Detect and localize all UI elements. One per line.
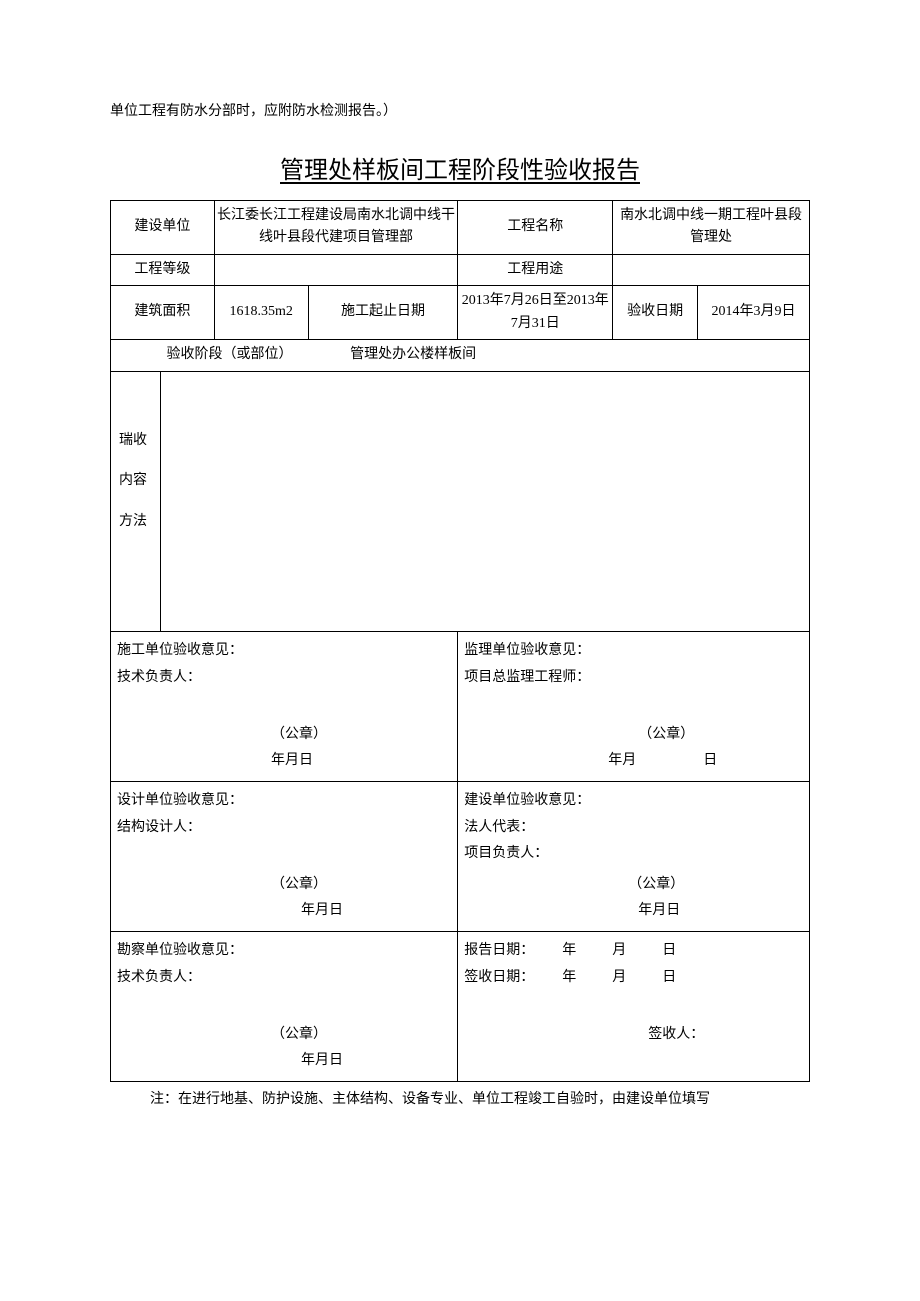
sig-construction-seal: （公章）	[271, 722, 457, 749]
sign-date: 签收日期： 年 月 日	[464, 965, 803, 992]
sig-survey: 勘察单位验收意见： 技术负责人： （公章） 年月日	[111, 931, 458, 1081]
label-project-name: 工程名称	[458, 201, 613, 255]
sig-construction-date: 年月日	[271, 748, 457, 775]
value-const-dates: 2013年7月26日至2013年7月31日	[458, 286, 613, 340]
sig-survey-date: 年月日	[271, 1048, 457, 1075]
label-project-grade: 工程等级	[111, 254, 215, 285]
content-line-3: 方法	[119, 511, 152, 533]
label-builder-unit: 建设单位	[111, 201, 215, 255]
report-date: 报告日期： 年 月 日	[464, 938, 803, 965]
content-body-cell	[160, 371, 809, 631]
value-accept-date: 2014年3月9日	[698, 286, 810, 340]
sig-row-2: 设计单位验收意见： 结构设计人： （公章） 年月日 建设单位验收意见： 法人代表…	[111, 781, 810, 931]
content-line-1: 瑞收	[119, 430, 152, 452]
sig-design-date: 年月日	[271, 898, 457, 925]
report-table: 建设单位 长江委长江工程建设局南水北调中线干线叶县段代建项目管理部 工程名称 南…	[110, 200, 810, 1082]
sig-construction-l1: 施工单位验收意见：	[117, 638, 451, 665]
sig-builder-l1: 建设单位验收意见：	[464, 788, 803, 815]
value-area: 1618.35m2	[214, 286, 308, 340]
label-project-use: 工程用途	[458, 254, 613, 285]
preamble-text: 单位工程有防水分部时，应附防水检测报告。）	[110, 100, 810, 120]
header-row-3: 建筑面积 1618.35m2 施工起止日期 2013年7月26日至2013年7月…	[111, 286, 810, 340]
sig-row-1: 施工单位验收意见： 技术负责人： （公章） 年月日 监理单位验收意见： 项目总监…	[111, 631, 810, 781]
sig-construction-l2: 技术负责人：	[117, 665, 451, 692]
sig-report: 报告日期： 年 月 日 签收日期： 年 月 日 签收人：	[458, 931, 810, 1081]
value-builder-unit: 长江委长江工程建设局南水北调中线干线叶县段代建项目管理部	[214, 201, 458, 255]
content-line-2: 内容	[119, 470, 152, 492]
sig-survey-seal: （公章）	[271, 1022, 457, 1049]
header-row-2: 工程等级 工程用途	[111, 254, 810, 285]
sig-builder-seal: （公章）	[608, 872, 809, 899]
value-project-name: 南水北调中线一期工程叶县段管理处	[613, 201, 810, 255]
sig-supervisor: 监理单位验收意见： 项目总监理工程师： （公章） 年月 日	[458, 631, 810, 781]
sig-survey-l1: 勘察单位验收意见：	[117, 938, 451, 965]
sig-design-seal: （公章）	[271, 872, 457, 899]
sig-design-l1: 设计单位验收意见：	[117, 788, 451, 815]
sig-construction: 施工单位验收意见： 技术负责人： （公章） 年月日	[111, 631, 458, 781]
sig-row-3: 勘察单位验收意见： 技术负责人： （公章） 年月日 报告日期： 年 月 日 签收…	[111, 931, 810, 1081]
sig-survey-l2: 技术负责人：	[117, 965, 451, 992]
sig-builder-l3: 项目负责人：	[464, 841, 803, 868]
label-area: 建筑面积	[111, 286, 215, 340]
sig-supervisor-seal: （公章）	[608, 722, 809, 749]
sig-supervisor-date: 年月 日	[608, 748, 809, 775]
footnote: 注：在进行地基、防护设施、主体结构、设备专业、单位工程竣工自验时，由建设单位填写	[110, 1088, 810, 1108]
content-label-cell: 瑞收 内容 方法	[111, 371, 161, 631]
label-accept-date: 验收日期	[613, 286, 698, 340]
sig-supervisor-l1: 监理单位验收意见：	[464, 638, 803, 665]
sig-builder-l2: 法人代表：	[464, 815, 803, 842]
content-row: 瑞收 内容 方法	[111, 371, 810, 631]
header-row-1: 建设单位 长江委长江工程建设局南水北调中线干线叶县段代建项目管理部 工程名称 南…	[111, 201, 810, 255]
label-stage: 验收阶段（或部位）	[111, 339, 349, 371]
sig-design: 设计单位验收意见： 结构设计人： （公章） 年月日	[111, 781, 458, 931]
sig-builder-date: 年月日	[608, 898, 809, 925]
sig-recipient: 签收人：	[648, 1022, 809, 1049]
sig-supervisor-l2: 项目总监理工程师：	[464, 665, 803, 692]
sig-builder: 建设单位验收意见： 法人代表： 项目负责人： （公章） 年月日	[458, 781, 810, 931]
value-project-grade	[214, 254, 458, 285]
stage-row: 验收阶段（或部位） 管理处办公楼样板间	[111, 339, 810, 371]
report-title: 管理处样板间工程阶段性验收报告	[110, 150, 810, 185]
sig-design-l2: 结构设计人：	[117, 815, 451, 842]
value-project-use	[613, 254, 810, 285]
value-stage: 管理处办公楼样板间	[348, 339, 809, 371]
label-const-dates: 施工起止日期	[308, 286, 458, 340]
